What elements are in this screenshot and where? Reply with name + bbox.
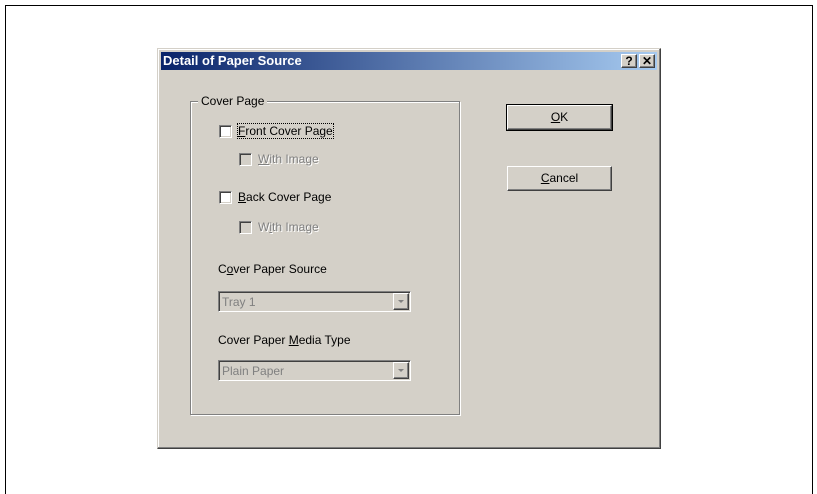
ok-button[interactable]: OK: [506, 104, 613, 131]
dialog-titlebar[interactable]: Detail of Paper Source ? ✕: [161, 52, 657, 70]
paper-source-dialog: Detail of Paper Source ? ✕ Cover Page Fr…: [157, 48, 661, 449]
close-icon: ✕: [641, 54, 653, 68]
front-cover-checkbox[interactable]: [219, 124, 232, 138]
front-with-image-checkbox[interactable]: [239, 152, 252, 166]
front-with-image-row[interactable]: With Image: [239, 151, 319, 167]
back-cover-row[interactable]: Back Cover Page: [219, 189, 331, 205]
close-button[interactable]: ✕: [639, 54, 655, 68]
chevron-down-icon[interactable]: [393, 362, 409, 379]
back-with-image-checkbox[interactable]: [239, 220, 252, 234]
cover-page-group-label: Cover Page: [198, 94, 268, 108]
dialog-title: Detail of Paper Source: [163, 53, 302, 68]
front-with-image-label: With Image: [258, 152, 319, 166]
back-with-image-row[interactable]: With Image: [239, 219, 319, 235]
help-icon: ?: [625, 54, 633, 68]
cover-paper-source-label: Cover Paper Source: [218, 262, 327, 276]
cover-paper-source-select[interactable]: Tray 1: [218, 291, 411, 312]
chevron-down-icon[interactable]: [393, 293, 409, 310]
help-button[interactable]: ?: [621, 54, 637, 68]
front-cover-row[interactable]: Front Cover Page: [219, 123, 334, 139]
back-with-image-label: With Image: [258, 220, 319, 234]
cancel-button[interactable]: Cancel: [507, 166, 612, 191]
cover-media-type-value: Plain Paper: [222, 364, 285, 378]
cover-media-type-label: Cover Paper Media Type: [218, 333, 351, 347]
back-cover-checkbox[interactable]: [219, 190, 232, 204]
front-cover-label[interactable]: Front Cover Page: [237, 123, 334, 139]
cover-media-type-select[interactable]: Plain Paper: [218, 360, 411, 381]
back-cover-label[interactable]: Back Cover Page: [238, 190, 331, 204]
cover-paper-source-value: Tray 1: [222, 295, 256, 309]
